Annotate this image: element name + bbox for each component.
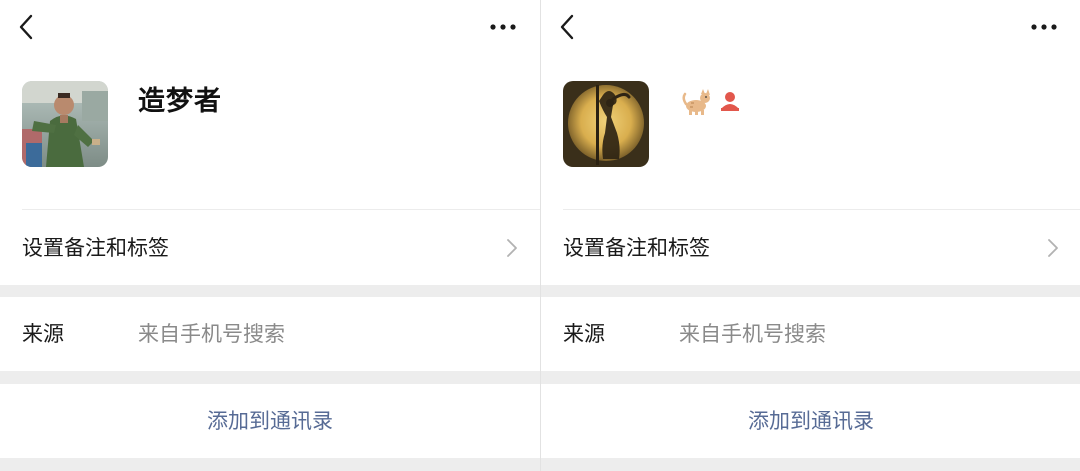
add-to-contacts-button[interactable]: 添加到通讯录 bbox=[0, 384, 540, 458]
source-value: 来自手机号搜索 bbox=[138, 322, 285, 346]
profile-header: 造梦者 bbox=[0, 0, 540, 210]
more-options-button[interactable] bbox=[1029, 17, 1059, 37]
more-dots-icon bbox=[1031, 24, 1057, 30]
add-to-contacts-label: 添加到通讯录 bbox=[207, 409, 333, 433]
back-button[interactable] bbox=[557, 13, 581, 41]
profile-header bbox=[541, 0, 1080, 210]
nickname-emoji-group bbox=[681, 86, 741, 116]
profile-screen-right: 设置备注和标签 来源 来自手机号搜索 添加到通讯录 bbox=[540, 0, 1080, 471]
avatar[interactable] bbox=[563, 81, 649, 167]
set-remark-label: 设置备注和标签 bbox=[563, 236, 710, 260]
cat-emoji-icon bbox=[682, 89, 710, 115]
profile-screen-left: 造梦者 设置备注和标签 来源 来自手机号搜索 添加到通讯录 bbox=[0, 0, 540, 471]
source-row: 来源 来自手机号搜索 bbox=[0, 297, 540, 371]
add-to-contacts-button[interactable]: 添加到通讯录 bbox=[541, 384, 1080, 458]
back-arrow-icon bbox=[19, 14, 33, 40]
set-remark-label: 设置备注和标签 bbox=[22, 236, 169, 260]
source-row: 来源 来自手机号搜索 bbox=[541, 297, 1080, 371]
set-remark-and-tags-row[interactable]: 设置备注和标签 bbox=[0, 210, 540, 285]
set-remark-and-tags-row[interactable]: 设置备注和标签 bbox=[541, 210, 1080, 285]
avatar-image bbox=[22, 81, 108, 167]
source-value: 来自手机号搜索 bbox=[679, 322, 826, 346]
more-dots-icon bbox=[490, 24, 516, 30]
person-badge-icon bbox=[721, 92, 739, 111]
avatar-image bbox=[563, 81, 649, 167]
source-label: 来源 bbox=[563, 322, 605, 346]
add-to-contacts-label: 添加到通讯录 bbox=[748, 409, 874, 433]
chevron-right-icon bbox=[1048, 239, 1058, 257]
back-button[interactable] bbox=[16, 13, 40, 41]
source-label: 来源 bbox=[22, 322, 64, 346]
avatar[interactable] bbox=[22, 81, 108, 167]
nickname: 造梦者 bbox=[138, 86, 222, 117]
screens-container: 造梦者 设置备注和标签 来源 来自手机号搜索 添加到通讯录 设置备注和标签 来源… bbox=[0, 0, 1080, 471]
back-arrow-icon bbox=[560, 14, 574, 40]
more-options-button[interactable] bbox=[488, 17, 518, 37]
chevron-right-icon bbox=[507, 239, 517, 257]
